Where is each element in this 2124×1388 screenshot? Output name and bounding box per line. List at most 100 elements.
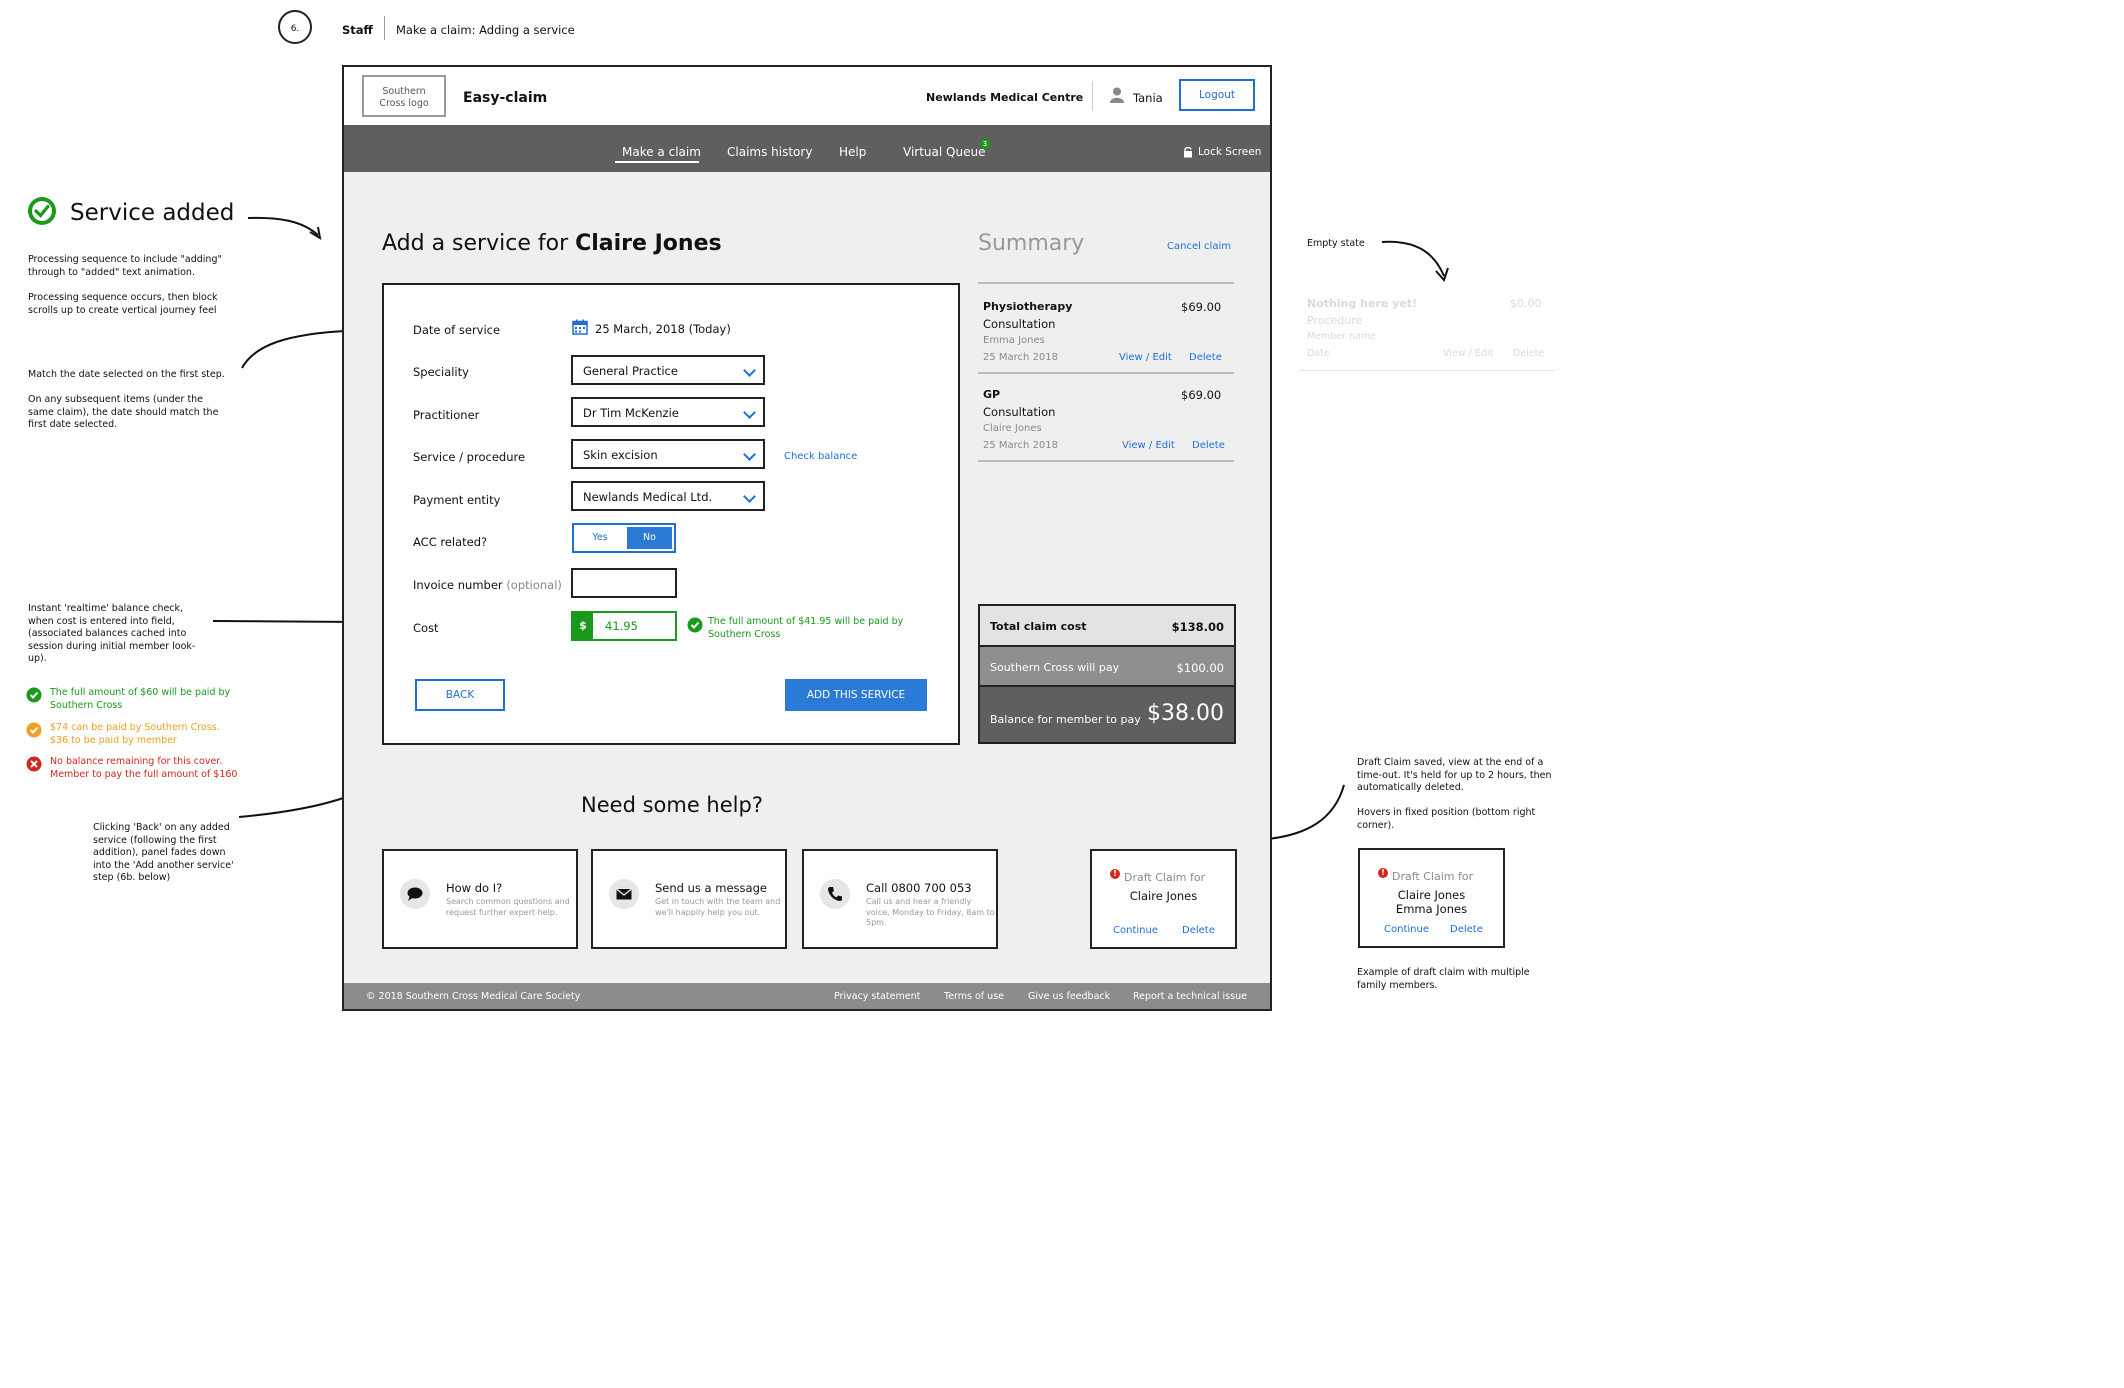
draft-title: Draft Claim for bbox=[1124, 871, 1206, 884]
example-red: No balance remaining for this cover. Mem… bbox=[50, 756, 238, 780]
footer-feedback[interactable]: Give us feedback bbox=[1028, 991, 1110, 1002]
total-row: Total claim cost $138.00 bbox=[980, 606, 1234, 647]
nav-claims-history[interactable]: Claims history bbox=[727, 145, 812, 159]
chevron-down-icon bbox=[743, 364, 756, 377]
southern-cross-logo: Southern Cross logo bbox=[362, 75, 446, 117]
green-check-icon bbox=[26, 687, 42, 707]
acc-yes-button[interactable]: Yes bbox=[574, 525, 626, 551]
draft-example-continue[interactable]: Continue bbox=[1384, 924, 1429, 935]
draft-delete[interactable]: Delete bbox=[1182, 925, 1215, 936]
footer-report[interactable]: Report a technical issue bbox=[1133, 991, 1247, 1002]
note-balance-check: Instant 'realtime' balance check, when c… bbox=[28, 603, 196, 664]
draft-alert-icon: ! bbox=[1110, 869, 1120, 879]
note-processing-2: Processing sequence occurs, then block s… bbox=[28, 292, 218, 316]
app-frame: Southern Cross logo Easy-claim Newlands … bbox=[342, 65, 1272, 1011]
form-title: Add a service for Claire Jones bbox=[382, 231, 722, 256]
footer-terms[interactable]: Terms of use bbox=[944, 991, 1004, 1002]
lock-icon bbox=[1183, 143, 1193, 162]
cancel-claim-link[interactable]: Cancel claim bbox=[1167, 241, 1231, 252]
service-value: Skin excision bbox=[583, 448, 658, 462]
footer-privacy[interactable]: Privacy statement bbox=[834, 991, 920, 1002]
cost-currency: $ bbox=[573, 613, 593, 639]
service-select[interactable]: Skin excision bbox=[571, 439, 765, 469]
draft-example-name-1: Claire Jones bbox=[1397, 888, 1466, 902]
summary-item-amount: $69.00 bbox=[1181, 300, 1222, 314]
note-draft-example: Example of draft claim with multiple fam… bbox=[1357, 967, 1530, 991]
draft-example-delete[interactable]: Delete bbox=[1450, 924, 1483, 935]
nav-help[interactable]: Help bbox=[839, 145, 866, 159]
help-card-how-do-i[interactable]: How do I? Search common questions and re… bbox=[382, 849, 578, 949]
summary-item-view-edit[interactable]: View / Edit bbox=[1122, 440, 1175, 451]
date-label: Date of service bbox=[413, 323, 501, 337]
cost-input[interactable]: $ 41.95 bbox=[571, 611, 677, 641]
sc-pay-row: Southern Cross will pay $100.00 bbox=[980, 647, 1234, 685]
help-card-call[interactable]: Call 0800 700 053 Call us and hear a fri… bbox=[802, 849, 998, 949]
summary-item-delete[interactable]: Delete bbox=[1189, 352, 1222, 363]
total-label: Total claim cost bbox=[990, 620, 1087, 633]
empty-view: View / Edit bbox=[1443, 348, 1494, 359]
back-button[interactable]: BACK bbox=[415, 679, 505, 711]
payment-select[interactable]: Newlands Medical Ltd. bbox=[571, 481, 765, 511]
speciality-label: Speciality bbox=[413, 365, 469, 379]
date-value[interactable]: 25 March, 2018 (Today) bbox=[595, 322, 731, 336]
step-divider bbox=[384, 16, 385, 40]
app-header: Southern Cross logo Easy-claim Newlands … bbox=[344, 67, 1270, 126]
summary-item-specialty: Physiotherapy bbox=[983, 300, 1073, 313]
acc-toggle: Yes No bbox=[572, 523, 676, 553]
service-added-title: Service added bbox=[70, 200, 235, 226]
note-processing-1: Processing sequence to include "adding" … bbox=[28, 254, 222, 278]
invoice-input[interactable] bbox=[571, 568, 677, 598]
summary-item-date: 25 March 2018 bbox=[983, 352, 1059, 363]
empty-date: Date bbox=[1307, 348, 1330, 359]
envelope-icon bbox=[609, 879, 639, 909]
balance-label: Balance for member to pay bbox=[990, 713, 1141, 726]
step-section: Staff bbox=[342, 23, 373, 37]
speciality-select[interactable]: General Practice bbox=[571, 355, 765, 385]
acc-label: ACC related? bbox=[413, 535, 488, 549]
totals-panel: Total claim cost $138.00 Southern Cross … bbox=[978, 604, 1236, 744]
user-name: Tania bbox=[1133, 91, 1163, 105]
step-title: Make a claim: Adding a service bbox=[396, 23, 575, 37]
invoice-optional: (optional) bbox=[506, 578, 562, 592]
example-orange: $74 can be paid by Southern Cross. $36 t… bbox=[50, 722, 220, 746]
queue-badge: 3 bbox=[980, 139, 990, 149]
draft-continue[interactable]: Continue bbox=[1113, 925, 1158, 936]
invoice-label: Invoice number (optional) bbox=[413, 578, 562, 592]
practitioner-value: Dr Tim McKenzie bbox=[583, 406, 679, 420]
draft-example-title: Draft Claim for bbox=[1392, 870, 1474, 883]
logout-button[interactable]: Logout bbox=[1179, 79, 1255, 111]
lock-screen[interactable]: Lock Screen bbox=[1198, 146, 1261, 158]
summary-item-delete[interactable]: Delete bbox=[1192, 440, 1225, 451]
help-card-message[interactable]: Send us a message Get in touch with the … bbox=[591, 849, 787, 949]
note-date-2: On any subsequent items (under the same … bbox=[28, 394, 219, 430]
empty-state-panel: Nothing here yet! $0.00 Procedure Member… bbox=[1300, 290, 1555, 371]
header-divider bbox=[1092, 81, 1093, 111]
summary-item-view-edit[interactable]: View / Edit bbox=[1119, 352, 1172, 363]
draft-example-name-2: Emma Jones bbox=[1395, 902, 1468, 916]
summary-item: GP $69.00 Consultation Claire Jones 25 M… bbox=[978, 372, 1234, 462]
total-value: $138.00 bbox=[1171, 620, 1224, 634]
help-card-title: How do I? bbox=[446, 881, 503, 895]
calendar-icon[interactable] bbox=[572, 319, 588, 339]
nav-active-underline bbox=[615, 161, 699, 163]
practitioner-label: Practitioner bbox=[413, 408, 480, 422]
note-draft-1: Draft Claim saved, view at the end of a … bbox=[1357, 757, 1552, 793]
balance-value: $38.00 bbox=[1147, 701, 1224, 726]
practitioner-select[interactable]: Dr Tim McKenzie bbox=[571, 397, 765, 427]
summary-item-amount: $69.00 bbox=[1181, 388, 1222, 402]
nav-make-claim[interactable]: Make a claim bbox=[622, 145, 701, 159]
draft-example-alert-icon: ! bbox=[1378, 868, 1388, 878]
cost-value: 41.95 bbox=[605, 619, 638, 633]
orange-check-icon bbox=[26, 722, 42, 742]
nav-virtual-queue[interactable]: Virtual Queue bbox=[903, 145, 985, 159]
check-balance-link[interactable]: Check balance bbox=[784, 451, 857, 462]
draft-name: Claire Jones bbox=[1129, 889, 1198, 903]
summary-title: Summary bbox=[978, 231, 1085, 256]
empty-procedure: Procedure bbox=[1307, 314, 1363, 327]
acc-no-button[interactable]: No bbox=[627, 527, 672, 549]
sc-pay-label: Southern Cross will pay bbox=[990, 661, 1120, 674]
add-service-button[interactable]: ADD THIS SERVICE bbox=[785, 679, 927, 711]
chat-bubble-icon bbox=[400, 879, 430, 909]
patient-name: Claire Jones bbox=[575, 231, 722, 256]
balance-row: Balance for member to pay $38.00 bbox=[980, 685, 1234, 742]
